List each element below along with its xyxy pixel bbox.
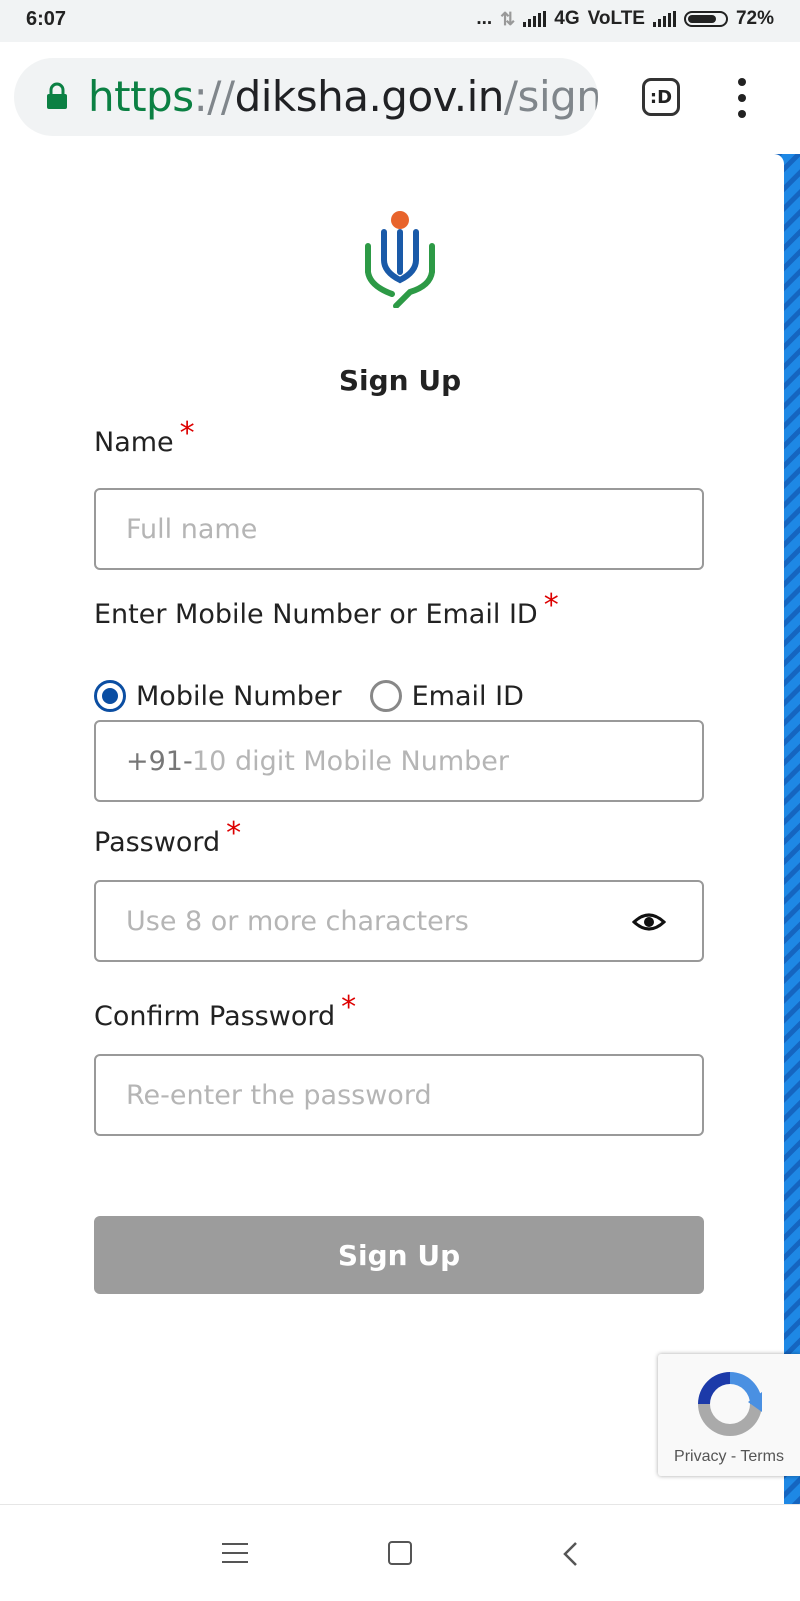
recaptcha-links: Privacy - Terms — [658, 1448, 800, 1466]
recent-apps-icon[interactable] — [222, 1543, 248, 1563]
name-label: Name * — [94, 416, 195, 459]
terms-link[interactable]: Terms — [740, 1448, 784, 1465]
required-mark: * — [341, 990, 357, 1025]
required-mark: * — [179, 416, 195, 451]
browser-toolbar: https://diksha.gov.in/signu :D — [0, 42, 800, 154]
url-path: /signu — [503, 72, 598, 121]
confirm-password-field[interactable] — [94, 1054, 704, 1136]
mobile-field[interactable]: +91- — [94, 720, 704, 802]
home-icon[interactable] — [388, 1541, 412, 1565]
radio-email-label: Email ID — [411, 680, 524, 712]
data-transfer-icon: ⇅ — [500, 8, 516, 29]
android-nav-bar — [0, 1504, 800, 1601]
privacy-link[interactable]: Privacy — [674, 1448, 726, 1465]
tab-switcher-icon[interactable]: :D — [642, 78, 680, 116]
page-title: Sign Up — [338, 364, 462, 397]
contact-type-selector: Mobile Number Email ID — [94, 680, 552, 712]
signal-icon — [523, 11, 547, 27]
password-field[interactable] — [94, 880, 704, 962]
password-label: Password * — [94, 816, 241, 859]
password-input[interactable] — [126, 882, 606, 960]
radio-mobile-label: Mobile Number — [136, 680, 342, 712]
url-host: diksha.gov.in — [234, 72, 505, 121]
radio-selected-icon[interactable] — [94, 680, 126, 712]
battery-icon — [683, 11, 728, 27]
name-input[interactable] — [126, 490, 606, 568]
radio-mobile-number[interactable]: Mobile Number — [94, 680, 342, 712]
status-bar: 6:07 ... ⇅ 4G VoLTE 72% — [0, 0, 800, 42]
recaptcha-icon — [698, 1372, 762, 1436]
required-mark: * — [543, 588, 559, 623]
url-text[interactable]: https://diksha.gov.in/signu — [88, 72, 598, 121]
diksha-logo — [365, 211, 435, 308]
notification-dots-icon: ... — [476, 8, 493, 29]
confirm-label-text: Confirm Password — [94, 1001, 336, 1032]
url-separator: :// — [193, 72, 235, 121]
recaptcha-badge[interactable]: Privacy - Terms — [658, 1354, 800, 1476]
mobile-input[interactable] — [192, 722, 672, 800]
battery-percent: 72% — [735, 8, 774, 29]
url-scheme: https — [88, 72, 194, 121]
lock-icon[interactable] — [46, 82, 68, 110]
eye-icon[interactable] — [632, 908, 666, 936]
status-icons: ... ⇅ 4G VoLTE 72% — [476, 8, 774, 30]
menu-icon[interactable] — [732, 78, 752, 118]
confirm-password-label: Confirm Password * — [94, 990, 356, 1033]
required-mark: * — [226, 816, 242, 851]
signup-button[interactable]: Sign Up — [94, 1216, 704, 1294]
signal-icon-2 — [652, 11, 676, 27]
link-separator: - — [726, 1448, 741, 1465]
mobile-prefix: +91- — [126, 746, 193, 777]
password-label-text: Password — [94, 827, 221, 858]
address-bar[interactable]: https://diksha.gov.in/signu — [14, 58, 598, 136]
status-time: 6:07 — [26, 8, 67, 30]
volte-indicator: VoLTE — [587, 8, 645, 29]
contact-label: Enter Mobile Number or Email ID * — [94, 588, 559, 631]
page-content: Sign Up Name* Enter Mobile Number or Ema… — [0, 154, 800, 1504]
radio-email-id[interactable]: Email ID — [369, 680, 524, 712]
confirm-password-input[interactable] — [126, 1056, 606, 1134]
name-label-text: Name — [94, 427, 174, 458]
contact-label-text: Enter Mobile Number or Email ID — [94, 599, 538, 630]
network-type: 4G — [554, 8, 580, 29]
radio-unselected-icon[interactable] — [369, 680, 402, 712]
back-icon[interactable] — [560, 1541, 582, 1567]
name-field[interactable] — [94, 488, 704, 570]
